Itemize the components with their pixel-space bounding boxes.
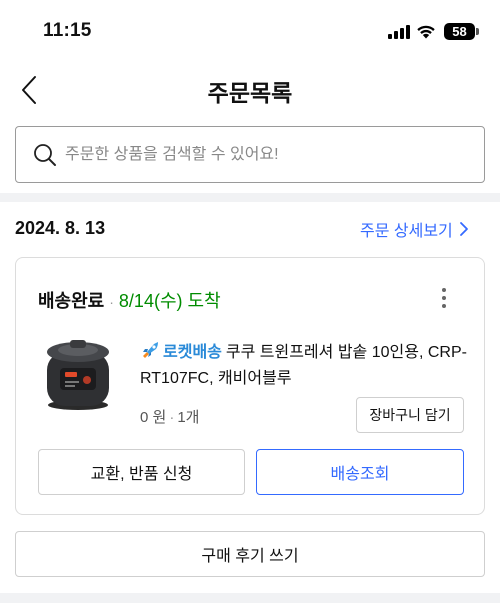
delivery-date: 8/14(수) 도착 — [118, 291, 221, 311]
battery-indicator: 58 — [444, 23, 475, 40]
navigation-bar: 주문목록 — [0, 62, 500, 118]
product-price-qty: 0 원 · 1개 — [140, 406, 199, 427]
search-input[interactable] — [65, 145, 465, 164]
delivery-status: 배송완료 · 8/14(수) 도착 — [38, 287, 221, 313]
battery-tip — [476, 28, 479, 35]
status-bar: 11:15 58 — [0, 0, 500, 62]
page-title: 주문목록 — [207, 80, 293, 106]
wifi-icon — [417, 25, 435, 39]
rocket-icon — [143, 342, 158, 358]
product-quantity: 1개 — [177, 409, 200, 426]
separator-dot: · — [109, 294, 114, 310]
search-icon — [34, 143, 56, 166]
order-date: 2024. 8. 13 — [15, 218, 106, 238]
status-time: 11:15 — [43, 20, 92, 41]
section-divider — [0, 193, 500, 202]
add-to-cart-button[interactable]: 장바구니 담기 — [356, 397, 464, 433]
cellular-signal-icon — [388, 25, 410, 39]
product-image[interactable] — [38, 334, 118, 412]
delivery-status-text: 배송완료 — [38, 291, 105, 311]
order-detail-link[interactable]: 주문 상세보기 — [360, 217, 469, 241]
chevron-right-icon — [459, 222, 468, 236]
write-review-button[interactable]: 구매 후기 쓰기 — [15, 531, 485, 577]
separator-dot: · — [169, 409, 175, 426]
search-bar[interactable] — [15, 126, 485, 183]
more-options-button[interactable] — [436, 286, 452, 310]
section-divider-bottom — [0, 593, 500, 603]
track-delivery-button[interactable]: 배송조회 — [256, 449, 464, 495]
rocket-delivery-label: 로켓배송 — [163, 344, 222, 361]
exchange-return-button[interactable]: 교환, 반품 신청 — [38, 449, 245, 495]
product-price: 0 원 — [140, 409, 167, 426]
more-vertical-icon — [442, 288, 446, 308]
product-title-block[interactable]: 로켓배송 쿠쿠 트윈프레셔 밥솥 10인용, CRP-RT107FC, 캐비어블루 — [140, 340, 470, 392]
order-detail-label: 주문 상세보기 — [360, 223, 453, 240]
order-card: 배송완료 · 8/14(수) 도착 로켓배송 쿠쿠 트윈프레셔 밥솥 10인용,… — [15, 257, 485, 515]
product-info: 로켓배송 쿠쿠 트윈프레셔 밥솥 10인용, CRP-RT107FC, 캐비어블루 — [140, 340, 470, 392]
